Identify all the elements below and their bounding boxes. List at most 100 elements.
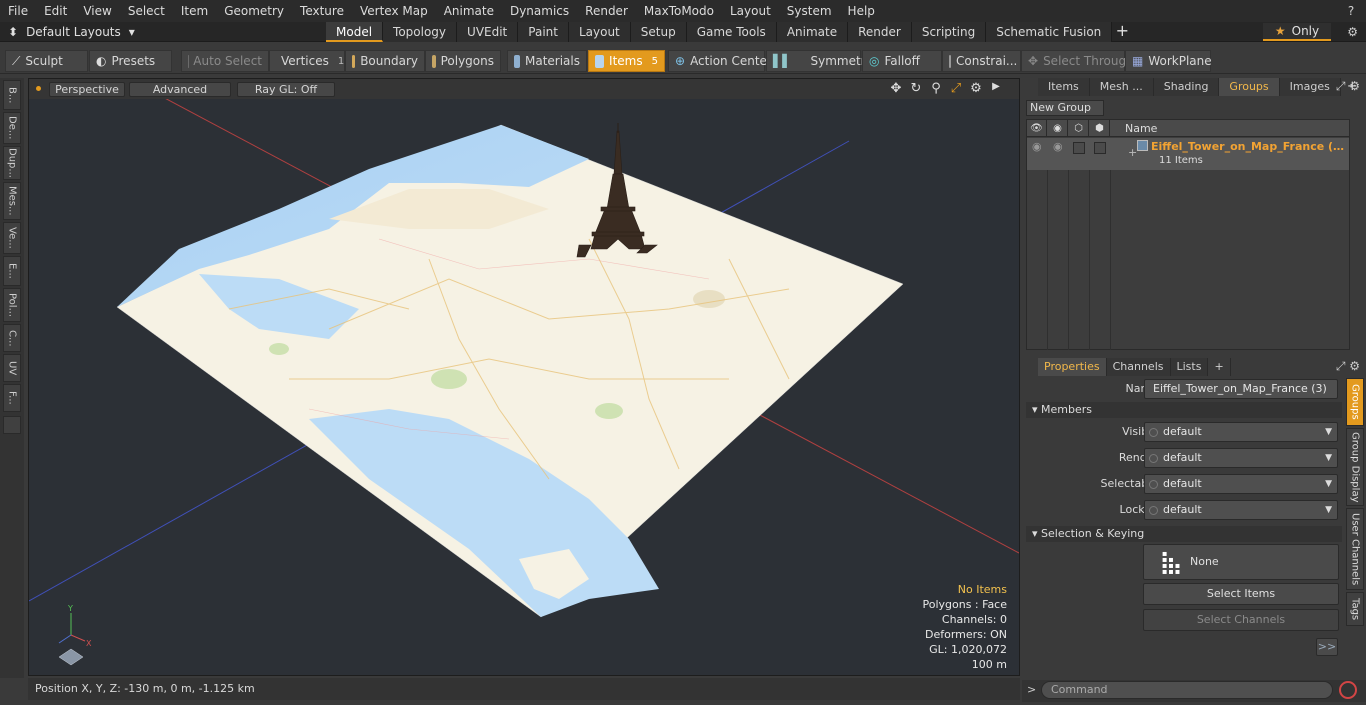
selection-keying-section[interactable]: ▾ Selection & Keying bbox=[1026, 526, 1342, 542]
side-tab-groups[interactable]: Groups bbox=[1346, 378, 1364, 426]
left-tab-basic[interactable]: B... bbox=[3, 80, 21, 110]
play-icon[interactable]: ▶ bbox=[989, 81, 1003, 96]
symmetry-button[interactable]: ▌▌ Symmetry bbox=[766, 50, 873, 72]
items-button[interactable]: Items 5 bbox=[588, 50, 665, 72]
tab-items[interactable]: Items bbox=[1038, 78, 1090, 96]
rotate-icon[interactable]: ↻ bbox=[909, 81, 923, 96]
menu-select[interactable]: Select bbox=[120, 0, 173, 22]
eye-icon[interactable]: 👁 bbox=[1027, 120, 1047, 137]
shading-mode-button[interactable]: Advanced bbox=[129, 82, 231, 97]
panel-expand-icon[interactable]: ⤢ ⚙ bbox=[1336, 79, 1360, 94]
materials-button[interactable]: Materials bbox=[507, 50, 587, 72]
menu-layout[interactable]: Layout bbox=[722, 0, 779, 22]
tab-animate[interactable]: Animate bbox=[776, 22, 849, 42]
tab-schematic-fusion[interactable]: Schematic Fusion bbox=[986, 22, 1113, 42]
view-mode-button[interactable]: Perspective bbox=[49, 82, 125, 97]
tab-mesh[interactable]: Mesh ... bbox=[1089, 78, 1154, 96]
action-center-button[interactable]: ⊕ Action Center bbox=[668, 50, 772, 72]
left-tab-duplicate[interactable]: Dup... bbox=[3, 146, 21, 180]
gear-icon[interactable]: ⚙ bbox=[969, 81, 983, 96]
left-tab-uv[interactable]: UV bbox=[3, 354, 21, 382]
3d-viewport[interactable]: Y X Perspective Advanced Ray GL: Off ✥ ↻… bbox=[28, 78, 1020, 676]
tab-properties[interactable]: Properties bbox=[1038, 358, 1107, 376]
more-button[interactable]: >> bbox=[1316, 638, 1338, 656]
tab-game-tools[interactable]: Game Tools bbox=[686, 22, 777, 42]
render-toggle-icon[interactable]: ◉ bbox=[1053, 140, 1063, 153]
tab-shading[interactable]: Shading bbox=[1153, 78, 1220, 96]
panel-expand-icon[interactable]: ⤢ ⚙ bbox=[1336, 359, 1360, 374]
add-tab-icon[interactable]: + bbox=[1112, 22, 1132, 42]
menu-render[interactable]: Render bbox=[577, 0, 636, 22]
left-tab-mesh-edit[interactable]: Mes... bbox=[3, 182, 21, 220]
left-tab-vertex[interactable]: Ve... bbox=[3, 222, 21, 254]
keying-none-button[interactable]: ▪ ▪▪ ▪▪▪ ▪▪▪ None bbox=[1143, 544, 1339, 580]
expand-icon[interactable]: + bbox=[1128, 146, 1137, 159]
tab-setup[interactable]: Setup bbox=[630, 22, 687, 42]
tab-scripting[interactable]: Scripting bbox=[911, 22, 987, 42]
move-icon[interactable]: ✥ bbox=[889, 81, 903, 96]
tab-model[interactable]: Model bbox=[326, 22, 384, 42]
tab-uvedit[interactable]: UVEdit bbox=[457, 22, 519, 42]
tab-groups[interactable]: Groups bbox=[1219, 78, 1280, 96]
viewport-scene[interactable]: Y X bbox=[29, 79, 1019, 675]
tab-paint[interactable]: Paint bbox=[518, 22, 569, 42]
vertices-button[interactable]: Vertices 1 bbox=[269, 50, 345, 72]
auto-select-button[interactable]: Auto Select bbox=[181, 50, 269, 72]
menu-dynamics[interactable]: Dynamics bbox=[502, 0, 577, 22]
menu-edit[interactable]: Edit bbox=[36, 0, 75, 22]
menu-geometry[interactable]: Geometry bbox=[216, 0, 292, 22]
select-icon[interactable]: ⬢ bbox=[1090, 120, 1110, 137]
left-tab-extra[interactable] bbox=[3, 416, 21, 434]
gear-icon[interactable]: ⚙ bbox=[1347, 22, 1358, 42]
select-items-button[interactable]: Select Items bbox=[1143, 583, 1339, 605]
record-macro-icon[interactable] bbox=[1339, 681, 1357, 699]
left-tab-curve[interactable]: C... bbox=[3, 324, 21, 352]
side-tab-group-display[interactable]: Group Display bbox=[1346, 428, 1364, 506]
tab-render[interactable]: Render bbox=[848, 22, 912, 42]
render-icon[interactable]: ◉ bbox=[1048, 120, 1068, 137]
select-channels-button[interactable]: Select Channels bbox=[1143, 609, 1339, 631]
tab-channels[interactable]: Channels bbox=[1106, 358, 1171, 376]
tab-lists[interactable]: Lists bbox=[1170, 358, 1209, 376]
viewport-menu-dot[interactable] bbox=[36, 86, 41, 91]
tab-layout[interactable]: Layout bbox=[568, 22, 631, 42]
menu-help[interactable]: Help bbox=[840, 0, 883, 22]
window-help-icon[interactable]: ? bbox=[1344, 0, 1358, 22]
menu-item[interactable]: Item bbox=[173, 0, 216, 22]
members-section[interactable]: ▾ Members bbox=[1026, 402, 1342, 418]
menu-file[interactable]: File bbox=[0, 0, 36, 22]
select-toggle[interactable] bbox=[1094, 142, 1106, 154]
tab-images[interactable]: Images bbox=[1279, 78, 1341, 96]
polygons-button[interactable]: Polygons bbox=[425, 50, 501, 72]
side-tab-tags[interactable]: Tags bbox=[1346, 592, 1364, 626]
visible-dropdown[interactable]: default ▼ bbox=[1144, 422, 1338, 442]
group-row[interactable]: ◉ ◉ + Eiffel_Tower_on_Map_France (3... 1… bbox=[1027, 138, 1349, 170]
left-tab-deform[interactable]: De... bbox=[3, 112, 21, 144]
selectable-dropdown[interactable]: default ▼ bbox=[1144, 474, 1338, 494]
layout-selector[interactable]: ⬍ Default Layouts ▾ bbox=[8, 22, 135, 42]
menu-texture[interactable]: Texture bbox=[292, 0, 352, 22]
left-tab-polygon[interactable]: Pol... bbox=[3, 288, 21, 322]
lock-toggle[interactable] bbox=[1073, 142, 1085, 154]
presets-button[interactable]: ◐ Presets bbox=[89, 50, 172, 72]
tab-topology[interactable]: Topology bbox=[383, 22, 458, 42]
only-toggle[interactable]: ★ Only bbox=[1263, 23, 1331, 41]
render-dropdown[interactable]: default ▼ bbox=[1144, 448, 1338, 468]
workplane-button[interactable]: ▦ WorkPlane bbox=[1125, 50, 1212, 72]
command-input[interactable]: Command bbox=[1041, 681, 1333, 699]
menu-maxtomodo[interactable]: MaxToModo bbox=[636, 0, 722, 22]
locked-dropdown[interactable]: default ▼ bbox=[1144, 500, 1338, 520]
lock-icon[interactable]: ⬡ bbox=[1069, 120, 1089, 137]
side-tab-user-channels[interactable]: User Channels bbox=[1346, 508, 1364, 590]
menu-animate[interactable]: Animate bbox=[436, 0, 502, 22]
maximize-icon[interactable]: ⤢ bbox=[949, 81, 963, 96]
name-field[interactable]: Eiffel_Tower_on_Map_France (3) bbox=[1144, 379, 1338, 399]
menu-system[interactable]: System bbox=[779, 0, 840, 22]
visible-toggle-icon[interactable]: ◉ bbox=[1032, 140, 1042, 153]
collapse-icon[interactable]: ⬍ bbox=[8, 25, 18, 39]
left-tab-fusion[interactable]: F... bbox=[3, 384, 21, 412]
left-tab-edge[interactable]: E... bbox=[3, 256, 21, 286]
constraints-button[interactable]: Constrai... bbox=[942, 50, 1021, 72]
zoom-icon[interactable]: ⚲ bbox=[929, 81, 943, 96]
add-tab-icon[interactable]: + bbox=[1208, 358, 1231, 376]
